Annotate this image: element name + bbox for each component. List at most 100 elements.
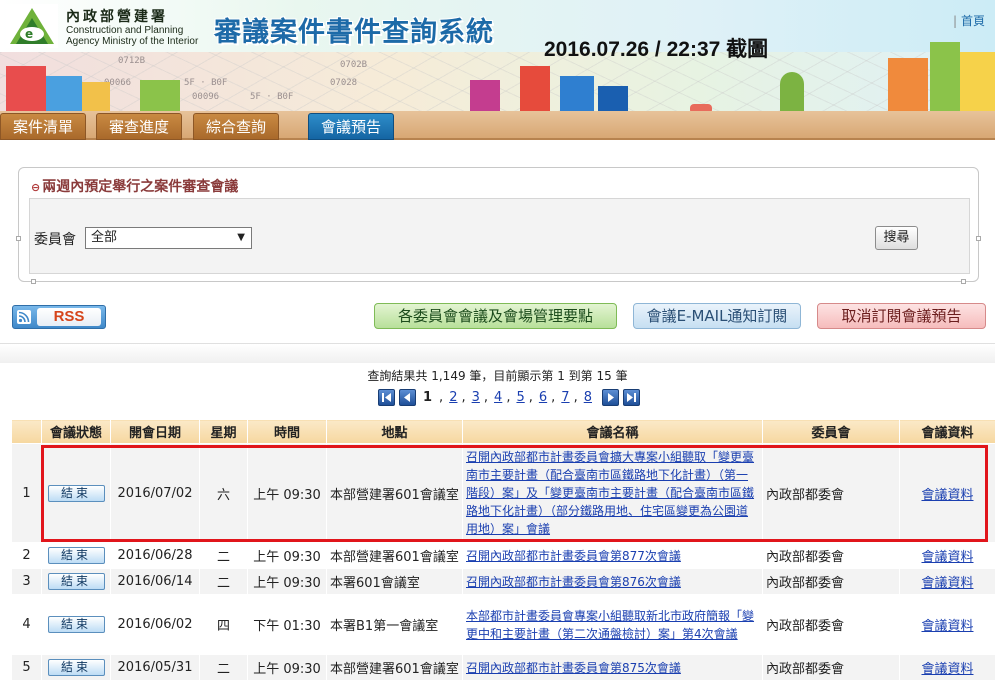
status-button[interactable]: 結束	[48, 616, 105, 633]
agency-logo-icon: e	[6, 4, 58, 48]
chevron-down-icon: ▼	[237, 228, 245, 248]
date-cell: 2016/07/02	[111, 444, 200, 543]
page-link[interactable]: 4	[494, 390, 502, 405]
tab-label: 會議預告	[321, 118, 381, 136]
status-button[interactable]: 結束	[48, 547, 105, 564]
col-header-index	[12, 420, 42, 444]
page-link[interactable]: 6	[539, 390, 547, 405]
row-index: 4	[12, 595, 42, 655]
map-label: 00096	[192, 92, 219, 102]
rss-button[interactable]: RSS	[12, 305, 106, 329]
status-button[interactable]: 結束	[48, 659, 105, 676]
col-header-status[interactable]: 會議狀態	[42, 420, 111, 444]
date-cell: 2016/06/28	[111, 543, 200, 569]
site-header: 0712B 0702B 00066 5F · B0F 07028 00096 5…	[0, 0, 995, 140]
page-link[interactable]: 5	[516, 390, 524, 405]
home-link[interactable]: | 首頁	[953, 12, 985, 29]
separator: |	[953, 14, 957, 28]
meeting-docs-link[interactable]: 會議資料	[921, 488, 973, 503]
first-page-button[interactable]	[378, 389, 395, 406]
meeting-name-link[interactable]: 召開內政部都市計畫委員會第875次會議	[466, 661, 681, 675]
meeting-name-link[interactable]: 召開內政部都市計畫委員會第876次會議	[466, 575, 681, 589]
bullet-icon: ⊖	[31, 181, 40, 194]
committee-select[interactable]: 全部 ▼	[85, 227, 252, 249]
weekday-cell: 四	[200, 595, 248, 655]
time-cell: 上午 09:30	[248, 543, 327, 569]
committee-label: 委員會	[34, 229, 76, 249]
tab-label: 案件清單	[13, 118, 73, 136]
meeting-name-cell: 本部都市計畫委員會專案小組聽取新北市政府簡報「變更中和主要計畫（第二次通盤檢討）…	[463, 595, 763, 655]
committee-cell: 內政部都委會	[763, 444, 900, 543]
docs-cell: 會議資料	[900, 444, 995, 543]
table-row: 4 結束 2016/06/02 四 下午 01:30 本署B1第一會議室 本部都…	[12, 595, 995, 655]
table-row: 1 結束 2016/07/02 六 上午 09:30 本部營建署601會議室 召…	[12, 444, 995, 543]
page-link[interactable]: 7	[561, 390, 569, 405]
col-header-weekday[interactable]: 星期	[200, 420, 248, 444]
docs-cell: 會議資料	[900, 655, 995, 681]
building-illustration	[6, 66, 46, 114]
map-label: 5F · B0F	[250, 92, 293, 102]
meeting-rules-button[interactable]: 各委員會會議及會場管理要點	[374, 303, 617, 329]
org-name-en-line1: Construction and Planning	[66, 25, 198, 36]
col-header-date[interactable]: 開會日期	[111, 420, 200, 444]
tab-case-list[interactable]: 案件清單	[0, 113, 86, 140]
search-panel: ⊖兩週內預定舉行之案件審查會議 委員會 全部 ▼ 搜尋	[18, 167, 979, 282]
meeting-docs-link[interactable]: 會議資料	[921, 619, 973, 634]
section-divider	[0, 343, 995, 363]
page-link[interactable]: 8	[584, 390, 592, 405]
building-illustration	[46, 76, 82, 114]
place-cell: 本部營建署601會議室	[327, 655, 463, 681]
home-link-label[interactable]: 首頁	[961, 14, 985, 28]
unsubscribe-button[interactable]: 取消訂閱會議預告	[817, 303, 986, 329]
meeting-name-link[interactable]: 召開內政部都市計畫委員會第877次會議	[466, 549, 681, 563]
building-illustration	[82, 82, 110, 114]
place-cell: 本部營建署601會議室	[327, 543, 463, 569]
prev-page-button[interactable]	[399, 389, 416, 406]
status-button[interactable]: 結束	[48, 485, 105, 502]
search-button[interactable]: 搜尋	[875, 226, 918, 250]
page-separator: ,	[484, 390, 488, 405]
email-subscribe-button[interactable]: 會議E-MAIL通知訂閱	[633, 303, 801, 329]
org-name-cn: 內政部營建署	[66, 6, 168, 26]
tab-review-progress[interactable]: 審查進度	[96, 113, 182, 140]
status-button[interactable]: 結束	[48, 573, 105, 590]
page-separator: ,	[461, 390, 465, 405]
docs-cell: 會議資料	[900, 543, 995, 569]
resize-handle[interactable]	[961, 279, 966, 284]
status-cell: 結束	[42, 543, 111, 569]
tab-meeting-preview[interactable]: 會議預告	[308, 113, 394, 140]
date-cell: 2016/06/14	[111, 569, 200, 595]
meeting-docs-link[interactable]: 會議資料	[921, 550, 973, 565]
committee-cell: 內政部都委會	[763, 595, 900, 655]
committee-cell: 內政部都委會	[763, 655, 900, 681]
weekday-cell: 二	[200, 543, 248, 569]
pagination: 1, 2, 3, 4, 5, 6, 7, 8	[378, 387, 640, 407]
header-map-banner: 0712B 0702B 00066 5F · B0F 07028 00096 5…	[0, 52, 995, 114]
place-cell: 本署B1第一會議室	[327, 595, 463, 655]
page-link[interactable]: 2	[449, 390, 457, 405]
building-illustration	[140, 80, 180, 114]
panel-title-text: 兩週內預定舉行之案件審查會議	[42, 179, 238, 195]
col-header-committee[interactable]: 委員會	[763, 420, 900, 444]
map-label: 0702B	[340, 60, 367, 70]
col-header-docs[interactable]: 會議資料	[900, 420, 995, 444]
next-page-button[interactable]	[602, 389, 619, 406]
tab-label: 綜合查詢	[206, 118, 266, 136]
meeting-name-link[interactable]: 召開內政部都市計畫委員會擴大專案小組聽取「變更臺南市主要計畫（配合臺南市區鐵路地…	[466, 450, 754, 536]
resize-handle[interactable]	[31, 279, 36, 284]
meeting-docs-link[interactable]: 會議資料	[921, 662, 973, 677]
docs-cell: 會議資料	[900, 595, 995, 655]
col-header-time[interactable]: 時間	[248, 420, 327, 444]
map-label: 07028	[330, 78, 357, 88]
resize-handle[interactable]	[976, 236, 981, 241]
meeting-docs-link[interactable]: 會議資料	[921, 576, 973, 591]
resize-handle[interactable]	[16, 236, 21, 241]
page-separator: ,	[574, 390, 578, 405]
col-header-place[interactable]: 地點	[327, 420, 463, 444]
tab-general-search[interactable]: 綜合查詢	[193, 113, 279, 140]
row-index: 5	[12, 655, 42, 681]
col-header-meeting-name[interactable]: 會議名稱	[463, 420, 763, 444]
meeting-name-link[interactable]: 本部都市計畫委員會專案小組聽取新北市政府簡報「變更中和主要計畫（第二次通盤檢討）…	[466, 609, 754, 641]
last-page-button[interactable]	[623, 389, 640, 406]
page-link[interactable]: 3	[472, 390, 480, 405]
